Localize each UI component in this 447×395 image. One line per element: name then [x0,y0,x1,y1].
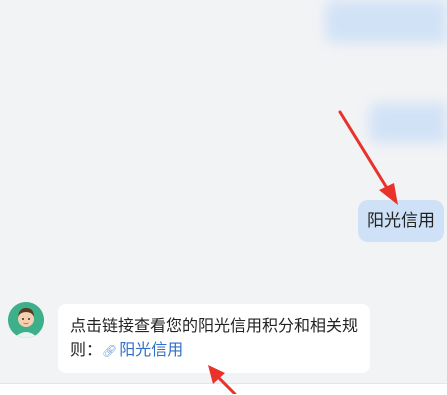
user-message-bubble-blurred [369,103,447,143]
user-message-bubble-blurred [325,0,447,43]
bot-message-bubble: 点击链接查看您的阳光信用积分和相关规则：🔗︎ 阳光信用 [58,304,370,373]
yangguang-credit-link[interactable]: 阳光信用 [119,340,183,359]
link-icon: 🔗︎ [102,344,118,358]
chat-area: 阳光信用 点击链接查看您的阳光信用积分和相关规则：🔗︎ 阳光信用 [0,0,447,395]
user-message-text: 阳光信用 [367,211,435,231]
blurred-content [369,103,447,143]
avatar-icon[interactable] [8,302,44,338]
input-area-edge [0,383,447,395]
user-message-bubble[interactable]: 阳光信用 [358,200,444,242]
customer-service-avatar-icon [8,302,44,338]
blurred-content [325,0,447,43]
